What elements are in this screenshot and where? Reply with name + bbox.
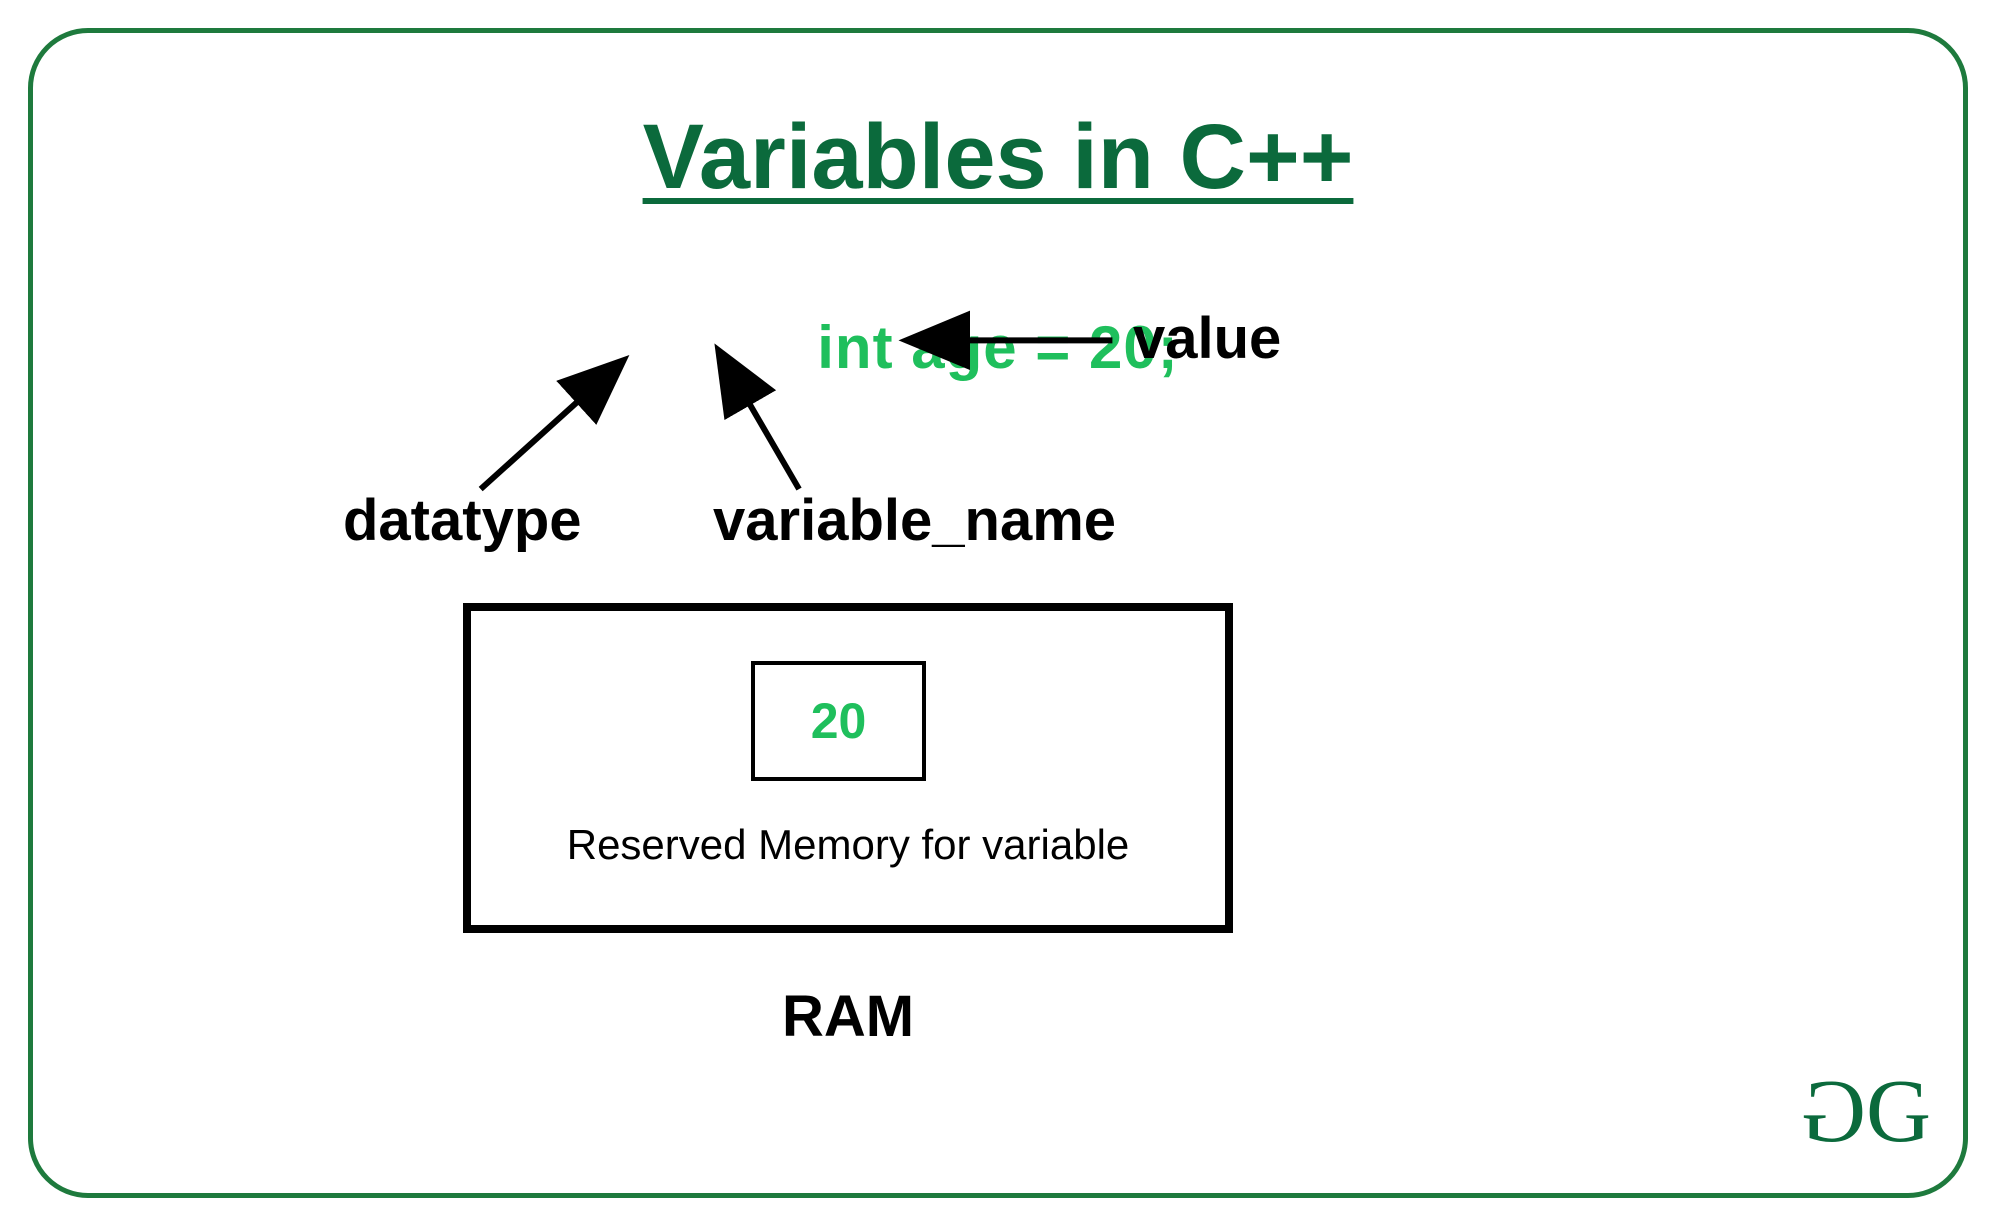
page-title: Variables in C++	[33, 105, 1963, 210]
reserved-memory-caption: Reserved Memory for variable	[471, 821, 1225, 869]
brand-logo: GG	[1809, 1060, 1923, 1163]
diagram-frame: Variables in C++ int age = 20; value dat…	[28, 28, 1968, 1198]
label-datatype: datatype	[343, 487, 582, 554]
code-declaration: int age = 20;	[33, 313, 1963, 382]
ram-memory-box: 20 Reserved Memory for variable	[463, 603, 1233, 933]
label-variable-name: variable_name	[713, 487, 1116, 554]
ram-label: RAM	[33, 983, 1663, 1050]
stored-value-box: 20	[751, 661, 926, 781]
label-value: value	[1133, 305, 1281, 372]
logo-right-glyph: G	[1866, 1062, 1923, 1161]
logo-left-glyph: G	[1809, 1060, 1866, 1163]
